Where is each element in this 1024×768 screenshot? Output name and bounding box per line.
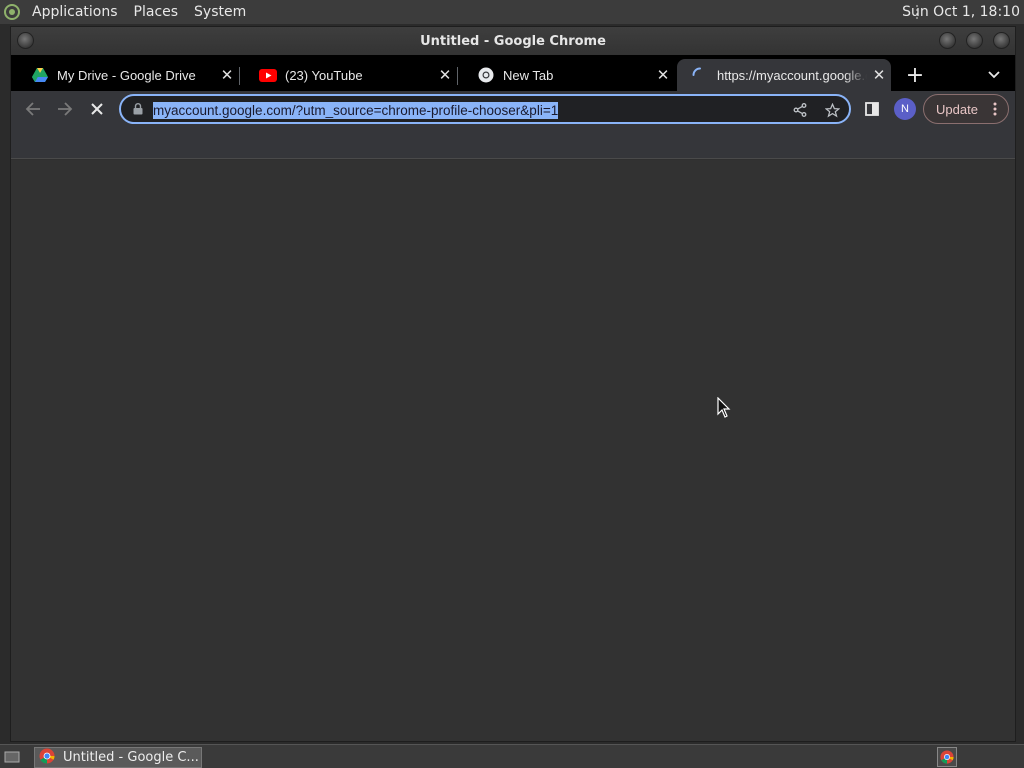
system-menu[interactable]: System <box>186 4 254 20</box>
chrome-window: Untitled - Google Chrome My Drive - Goog… <box>10 26 1016 742</box>
browser-toolbar: myaccount.google.com/?utm_source=chrome-… <box>11 91 1015 127</box>
more-menu-kebab-icon[interactable] <box>988 101 1002 117</box>
bottom-taskbar: Untitled - Google C... <box>0 744 1024 768</box>
bookmark-star-icon[interactable] <box>823 101 841 119</box>
tray-chrome-icon[interactable] <box>937 747 957 767</box>
tab-myaccount-active[interactable]: https://myaccount.google.com ✕ <box>677 59 891 91</box>
distro-logo-icon[interactable] <box>0 0 24 24</box>
show-desktop-icon[interactable] <box>2 747 22 767</box>
chrome-icon <box>477 66 495 84</box>
youtube-icon <box>259 66 277 84</box>
url-text-container: myaccount.google.com/?utm_source=chrome-… <box>153 100 849 119</box>
share-icon[interactable] <box>791 101 809 119</box>
update-label: Update <box>936 101 978 117</box>
window-titlebar[interactable]: Untitled - Google Chrome <box>11 27 1015 55</box>
minimize-button[interactable] <box>939 32 956 49</box>
side-panel-icon[interactable] <box>858 95 886 123</box>
tab-google-drive[interactable]: My Drive - Google Drive ✕ <box>11 59 239 91</box>
tab-search-chevron-down-icon[interactable] <box>982 63 1006 87</box>
places-menu[interactable]: Places <box>126 4 187 20</box>
tab-title: (23) YouTube <box>285 67 363 83</box>
applications-menu[interactable]: Applications <box>24 4 126 20</box>
close-tab-icon[interactable]: ✕ <box>215 63 239 87</box>
forward-arrow-icon[interactable] <box>51 95 79 123</box>
stop-loading-x-icon[interactable] <box>83 95 111 123</box>
maximize-button[interactable] <box>966 32 983 49</box>
tab-new-tab[interactable]: New Tab ✕ <box>457 59 675 91</box>
lock-icon[interactable] <box>131 102 145 116</box>
chrome-icon <box>39 748 55 768</box>
taskbar-window-label: Untitled - Google C... <box>63 750 199 765</box>
tab-title: My Drive - Google Drive <box>57 67 196 83</box>
taskbar-window-button[interactable]: Untitled - Google C... <box>34 747 202 768</box>
loading-spinner-icon <box>691 66 709 84</box>
update-button[interactable]: Update <box>923 94 1009 124</box>
url-input-selected-text[interactable]: myaccount.google.com/?utm_source=chrome-… <box>153 101 559 119</box>
tab-title: New Tab <box>503 67 554 83</box>
close-tab-icon[interactable]: ✕ <box>433 63 457 87</box>
mouse-pointer-icon <box>717 396 731 419</box>
new-tab-plus-icon[interactable]: + <box>903 63 927 88</box>
google-drive-icon <box>31 66 49 84</box>
profile-avatar[interactable]: N <box>894 98 916 120</box>
tab-title: https://myaccount.google.com <box>717 67 867 83</box>
page-content-loading[interactable] <box>11 160 1015 741</box>
bookmarks-bar <box>11 127 1015 159</box>
window-title: Untitled - Google Chrome <box>420 33 606 49</box>
close-tab-icon[interactable]: ✕ <box>651 63 675 87</box>
system-top-panel: Applications Places System Sun Oct 1, 18… <box>0 0 1024 24</box>
tab-youtube[interactable]: (23) YouTube ✕ <box>239 59 457 91</box>
window-menu-button[interactable] <box>17 32 34 49</box>
address-bar[interactable]: myaccount.google.com/?utm_source=chrome-… <box>119 94 851 124</box>
close-tab-icon[interactable]: ✕ <box>867 63 891 87</box>
back-arrow-icon[interactable] <box>19 95 47 123</box>
close-window-button[interactable] <box>993 32 1010 49</box>
tab-strip: My Drive - Google Drive ✕ (23) YouTube ✕… <box>11 55 1015 91</box>
clock[interactable]: Sun Oct 1, 18:10 <box>902 0 1020 24</box>
